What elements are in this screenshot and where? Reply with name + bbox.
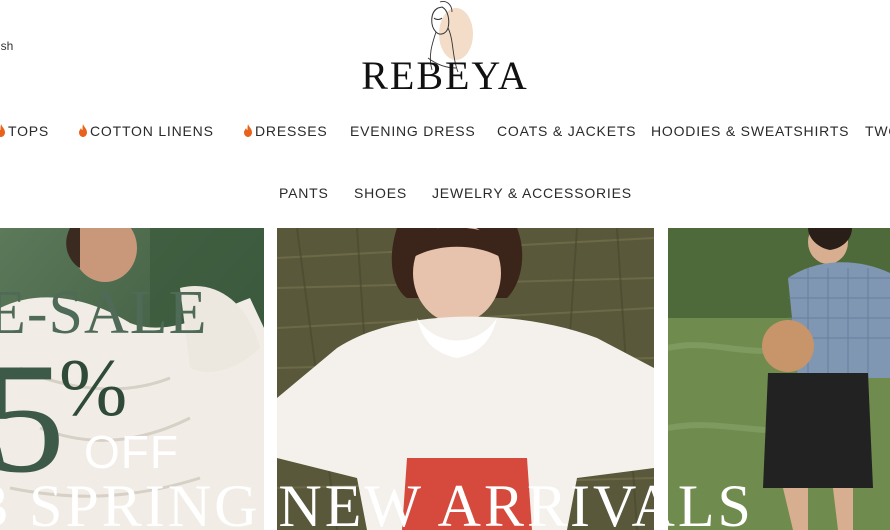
nav-label: EVENING DRESS xyxy=(350,123,476,139)
nav-label: TOPS xyxy=(8,123,50,139)
banner-off-text: OFF xyxy=(84,426,179,478)
nav-label: COTTON LINENS xyxy=(90,123,214,139)
fire-icon xyxy=(244,124,252,137)
banner-headline: 3 SPRING NEW ARRIVALS xyxy=(0,473,754,530)
hero-banner[interactable]: E-SALE 5% OFF 3 SPRING NEW ARRIVALS xyxy=(0,228,890,530)
nav-item-pants[interactable]: PANTS xyxy=(279,185,329,201)
nav-label: COATS & JACKETS xyxy=(497,123,637,139)
nav-item-cotton-linens[interactable]: COTTON LINENS xyxy=(78,123,214,139)
nav-label: DRESSES xyxy=(255,123,328,139)
language-selector[interactable]: ish xyxy=(0,39,13,53)
nav-label: SHOES xyxy=(354,185,408,201)
nav-label: JEWELRY & ACCESSORIES xyxy=(432,185,632,201)
nav-item-hoodies-sweatshirts[interactable]: HOODIES & SWEATSHIRTS xyxy=(651,123,849,139)
brand-logo[interactable]: REBEYA xyxy=(355,0,535,100)
nav-label: HOODIES & SWEATSHIRTS xyxy=(651,123,850,139)
brand-name: REBEYA xyxy=(361,53,529,98)
nav-item-coats-jackets[interactable]: COATS & JACKETS xyxy=(497,123,636,139)
nav-item-dresses[interactable]: DRESSES xyxy=(243,123,328,139)
nav-label: PANTS xyxy=(279,185,329,201)
nav-item-evening-dress[interactable]: EVENING DRESS xyxy=(350,123,476,139)
nav-item-tops[interactable]: TOPS xyxy=(0,123,49,139)
nav-item-jewelry-accessories[interactable]: JEWELRY & ACCESSORIES xyxy=(432,185,632,201)
fire-icon xyxy=(0,124,5,137)
nav-label: TWO xyxy=(865,123,890,139)
nav-item-two-piece[interactable]: TWO xyxy=(865,123,890,139)
nav-item-shoes[interactable]: SHOES xyxy=(354,185,407,201)
banner-percent-sign: % xyxy=(59,342,128,433)
fire-icon xyxy=(79,124,87,137)
